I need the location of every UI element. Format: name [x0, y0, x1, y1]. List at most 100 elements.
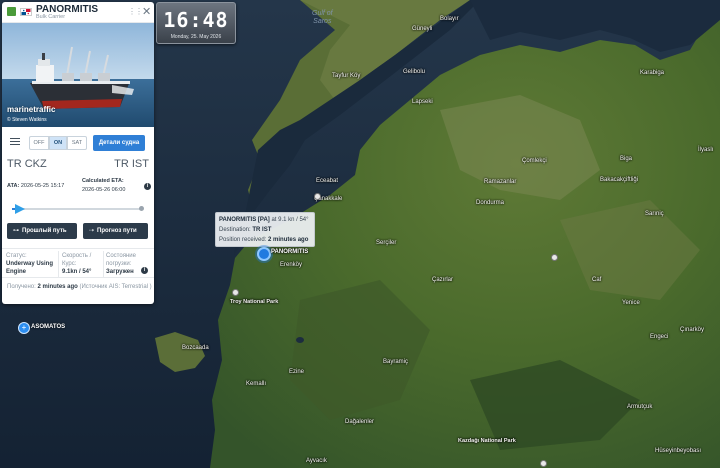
- poi-icon[interactable]: [551, 254, 558, 261]
- popup-dest-label: Destination:: [219, 227, 251, 233]
- menu-icon[interactable]: [10, 138, 20, 145]
- place-label: Bakacakçiftliği: [600, 177, 639, 183]
- vessel-marker-icon[interactable]: [257, 247, 271, 261]
- place-label: Armutçuk: [627, 404, 653, 410]
- poi-icon[interactable]: [232, 289, 239, 296]
- drag-handle-icon[interactable]: ⋮⋮: [128, 7, 143, 16]
- vessel-hover-popup: PANORMITIS [PA] at 9.1 kn / 54° Destinat…: [215, 212, 315, 247]
- load-condition-label: Состояние погрузки:: [106, 253, 136, 267]
- destination-port[interactable]: TR IST: [114, 158, 149, 170]
- destination-dot-icon: [139, 206, 144, 211]
- load-condition-value: Загружен: [106, 269, 134, 275]
- place-label: Ayvacık: [306, 458, 327, 464]
- place-label: Yenice: [622, 300, 640, 306]
- place-label: Güneyli: [412, 26, 433, 32]
- popup-pos-value: 2 minutes ago: [268, 237, 309, 243]
- ata-label: ATA:: [7, 183, 20, 189]
- info-icon[interactable]: i: [144, 183, 151, 190]
- past-track-label: Прошлый путь: [22, 228, 67, 234]
- clock-time: 16:48: [163, 8, 229, 32]
- forecast-track-icon: ⇢: [89, 228, 95, 234]
- load-condition: Состояние погрузки: Загружен: [106, 252, 142, 276]
- place-label: Caf: [592, 277, 602, 283]
- forecast-track-button[interactable]: ⇢ Прогноз пути: [83, 223, 148, 239]
- place-label: Serçiler: [376, 240, 397, 246]
- voyage-route: TR CKZ TR IST: [7, 158, 149, 172]
- past-track-button[interactable]: ⊶ Прошлый путь: [7, 223, 77, 239]
- destination-country: TR: [114, 158, 129, 170]
- park-label: Troy National Park: [230, 299, 279, 305]
- gulf-label: Gulf of Saros: [312, 10, 333, 25]
- nav-status: Статус: Underway Using Engine: [6, 252, 56, 276]
- panel-toolbar: OFF ON SAT Детали судна: [2, 130, 154, 152]
- place-label: Ezine: [289, 369, 305, 375]
- speed-course-value: 9.1kn / 54°: [62, 269, 92, 275]
- ship-progress-icon: [14, 204, 25, 214]
- position-received: Получено: 2 minutes ago (Источник AIS: T…: [7, 283, 152, 292]
- park-label: Kazdağı National Park: [458, 438, 516, 444]
- vessel-marker-label[interactable]: PANORMITIS: [271, 249, 308, 255]
- place-label: Bozcaada: [182, 345, 209, 351]
- place-label: Sarıniç: [645, 211, 664, 217]
- vessel-type: Bulk Carrier: [36, 14, 66, 20]
- place-label: Dağalenler: [345, 419, 375, 425]
- departure-port[interactable]: TR CKZ: [7, 158, 47, 170]
- city-poi-icon[interactable]: [314, 193, 321, 200]
- vessel-details-button[interactable]: Детали судна: [93, 135, 145, 151]
- info-icon[interactable]: i: [141, 267, 148, 274]
- place-label: İlyaslı: [698, 147, 714, 153]
- close-icon[interactable]: ✕: [142, 5, 151, 18]
- place-label: Ramazanlar: [484, 179, 517, 185]
- voyage-progress: [12, 204, 144, 214]
- popup-speed: at 9.1 kn / 54°: [271, 217, 309, 223]
- photo-credit: © Steven Watkins: [7, 117, 47, 123]
- place-label: Kemallı: [246, 381, 267, 387]
- map-mode-on[interactable]: ON: [49, 136, 67, 150]
- place-label: Biga: [620, 156, 633, 162]
- popup-pos-label: Position received:: [219, 237, 267, 243]
- place-label: Dondurma: [476, 200, 505, 206]
- place-label: Tayfur Köy: [332, 73, 361, 79]
- nav-status-label: Статус:: [6, 253, 27, 259]
- place-label: Engeci: [650, 334, 669, 340]
- clock-widget: 16:48 Monday, 25. May 2026: [156, 2, 236, 44]
- place-label: Karabiga: [640, 70, 665, 76]
- place-label: Erenköy: [280, 262, 303, 268]
- panama-flag-icon: [20, 8, 32, 16]
- photo-brand: marinetraffic: [7, 105, 56, 114]
- place-label: Bayramiç: [383, 359, 409, 365]
- poi-icon[interactable]: [540, 460, 547, 467]
- place-label: Çomlekçi: [522, 158, 547, 164]
- vessel-stats: Статус: Underway Using Engine Скорость /…: [2, 248, 154, 278]
- other-vessel-label[interactable]: ASOMATOS: [31, 324, 65, 330]
- destination-code: IST: [131, 158, 149, 170]
- popup-dest-value: TR IST: [252, 227, 272, 233]
- place-label: Bolayır: [440, 16, 459, 22]
- speed-course: Скорость / Курс: 9.1kn / 54°: [62, 252, 104, 276]
- clock-date: Monday, 25. May 2026: [170, 34, 222, 40]
- place-label: Hüseyinbeyobası: [655, 448, 702, 454]
- nav-status-value: Underway Using Engine: [6, 261, 54, 275]
- speed-course-label: Скорость / Курс:: [62, 253, 92, 267]
- vessel-photo[interactable]: marinetraffic © Steven Watkins: [2, 23, 154, 127]
- map-mode-sat[interactable]: SAT: [67, 136, 87, 150]
- departure-country: TR: [7, 158, 22, 170]
- received-source: (Источник AIS: Terrestrial ): [79, 284, 152, 290]
- other-vessel-marker-icon[interactable]: +: [18, 322, 30, 334]
- ata-value: 2026-05-25 15:17: [20, 183, 65, 189]
- received-label: Получено:: [7, 284, 36, 290]
- departure-code: CKZ: [24, 158, 47, 170]
- eta-label: Calculated ETA:: [82, 178, 124, 184]
- place-label: Lapseki: [412, 99, 433, 105]
- map-mode-off[interactable]: OFF: [29, 136, 49, 150]
- place-label: Çınarköy: [680, 327, 705, 333]
- progress-track: [12, 208, 142, 210]
- place-label: Eceabat: [316, 178, 339, 184]
- ata: ATA: 2026-05-25 15:17: [7, 183, 64, 189]
- panel-header: PANORMITIS Bulk Carrier ⋮⋮ ✕: [2, 2, 154, 23]
- past-track-icon: ⊶: [13, 228, 19, 234]
- vessel-type-icon: [7, 7, 16, 16]
- forecast-track-label: Прогноз пути: [97, 228, 137, 234]
- received-value: 2 minutes ago: [37, 284, 78, 290]
- place-label: Gelibolu: [403, 69, 426, 75]
